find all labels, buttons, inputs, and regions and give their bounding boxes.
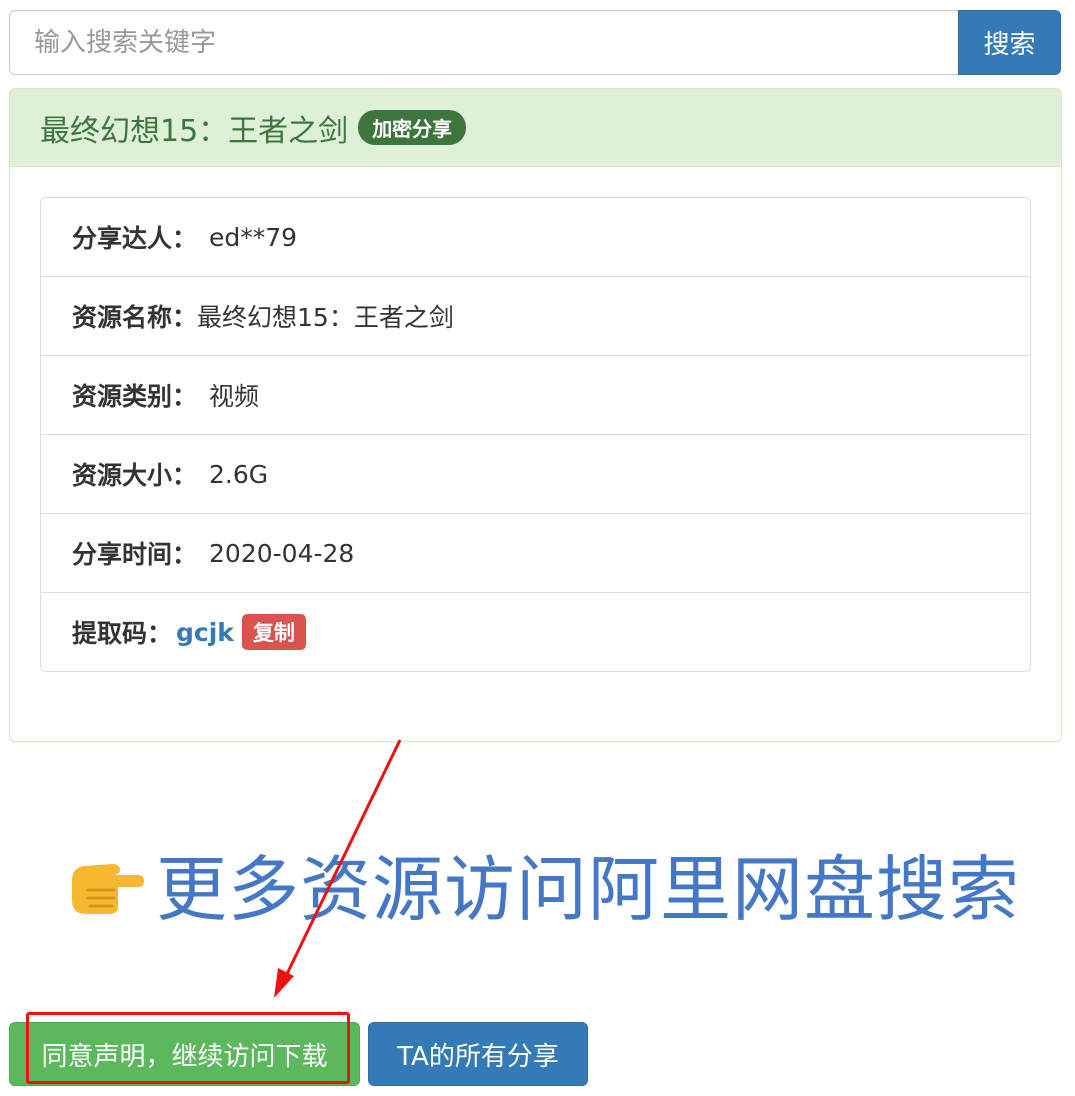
- encrypted-share-badge: 加密分享: [358, 110, 467, 145]
- more-resources-banner[interactable]: 更多资源访问阿里网盘搜索: [68, 836, 1020, 932]
- sharer-label: 分享达人：: [72, 224, 198, 253]
- size-label: 资源大小：: [72, 461, 198, 490]
- info-row-category: 资源类别： 视频: [41, 356, 1030, 435]
- all-shares-button[interactable]: TA的所有分享: [368, 1022, 588, 1086]
- arrow-head-icon: [274, 968, 294, 998]
- info-row-size: 资源大小： 2.6G: [41, 435, 1030, 514]
- agree-continue-button[interactable]: 同意声明，继续访问下载: [9, 1022, 360, 1086]
- share-time-label: 分享时间：: [72, 540, 198, 569]
- search-button[interactable]: 搜索: [958, 10, 1061, 75]
- extract-code-label: 提取码：: [72, 619, 173, 648]
- search-bar: 搜索: [9, 10, 1061, 75]
- pointing-hand-icon: [72, 864, 144, 914]
- panel-heading: 最终幻想15：王者之剑 加密分享: [10, 89, 1061, 167]
- sharer-value: ed**79: [209, 222, 298, 252]
- resource-name-label: 资源名称：: [72, 303, 198, 332]
- info-row-time: 分享时间： 2020-04-28: [41, 514, 1030, 593]
- size-value: 2.6G: [209, 459, 269, 489]
- info-row-name: 资源名称： 最终幻想15：王者之剑: [41, 277, 1030, 356]
- info-row-sharer: 分享达人： ed**79: [41, 198, 1030, 277]
- page: 搜索 最终幻想15：王者之剑 加密分享 分享达人： ed**79 资源名称： 最…: [0, 0, 1075, 1096]
- category-value: 视频: [209, 382, 260, 411]
- resource-panel: 最终幻想15：王者之剑 加密分享 分享达人： ed**79 资源名称： 最终幻想…: [9, 88, 1062, 742]
- extract-code-value[interactable]: gcjk: [176, 618, 234, 647]
- resource-title: 最终幻想15：王者之剑: [40, 113, 349, 149]
- category-label: 资源类别：: [72, 382, 198, 411]
- banner-text: 更多资源访问阿里网盘搜索: [156, 848, 1021, 931]
- resource-name-value: 最终幻想15：王者之剑: [197, 303, 454, 332]
- copy-button[interactable]: 复制: [241, 614, 306, 650]
- share-time-value: 2020-04-28: [209, 538, 355, 568]
- resource-info-list: 分享达人： ed**79 资源名称： 最终幻想15：王者之剑 资源类别： 视频 …: [40, 197, 1031, 672]
- info-row-code: 提取码： gcjk 复制: [41, 593, 1030, 671]
- search-input[interactable]: [9, 10, 958, 75]
